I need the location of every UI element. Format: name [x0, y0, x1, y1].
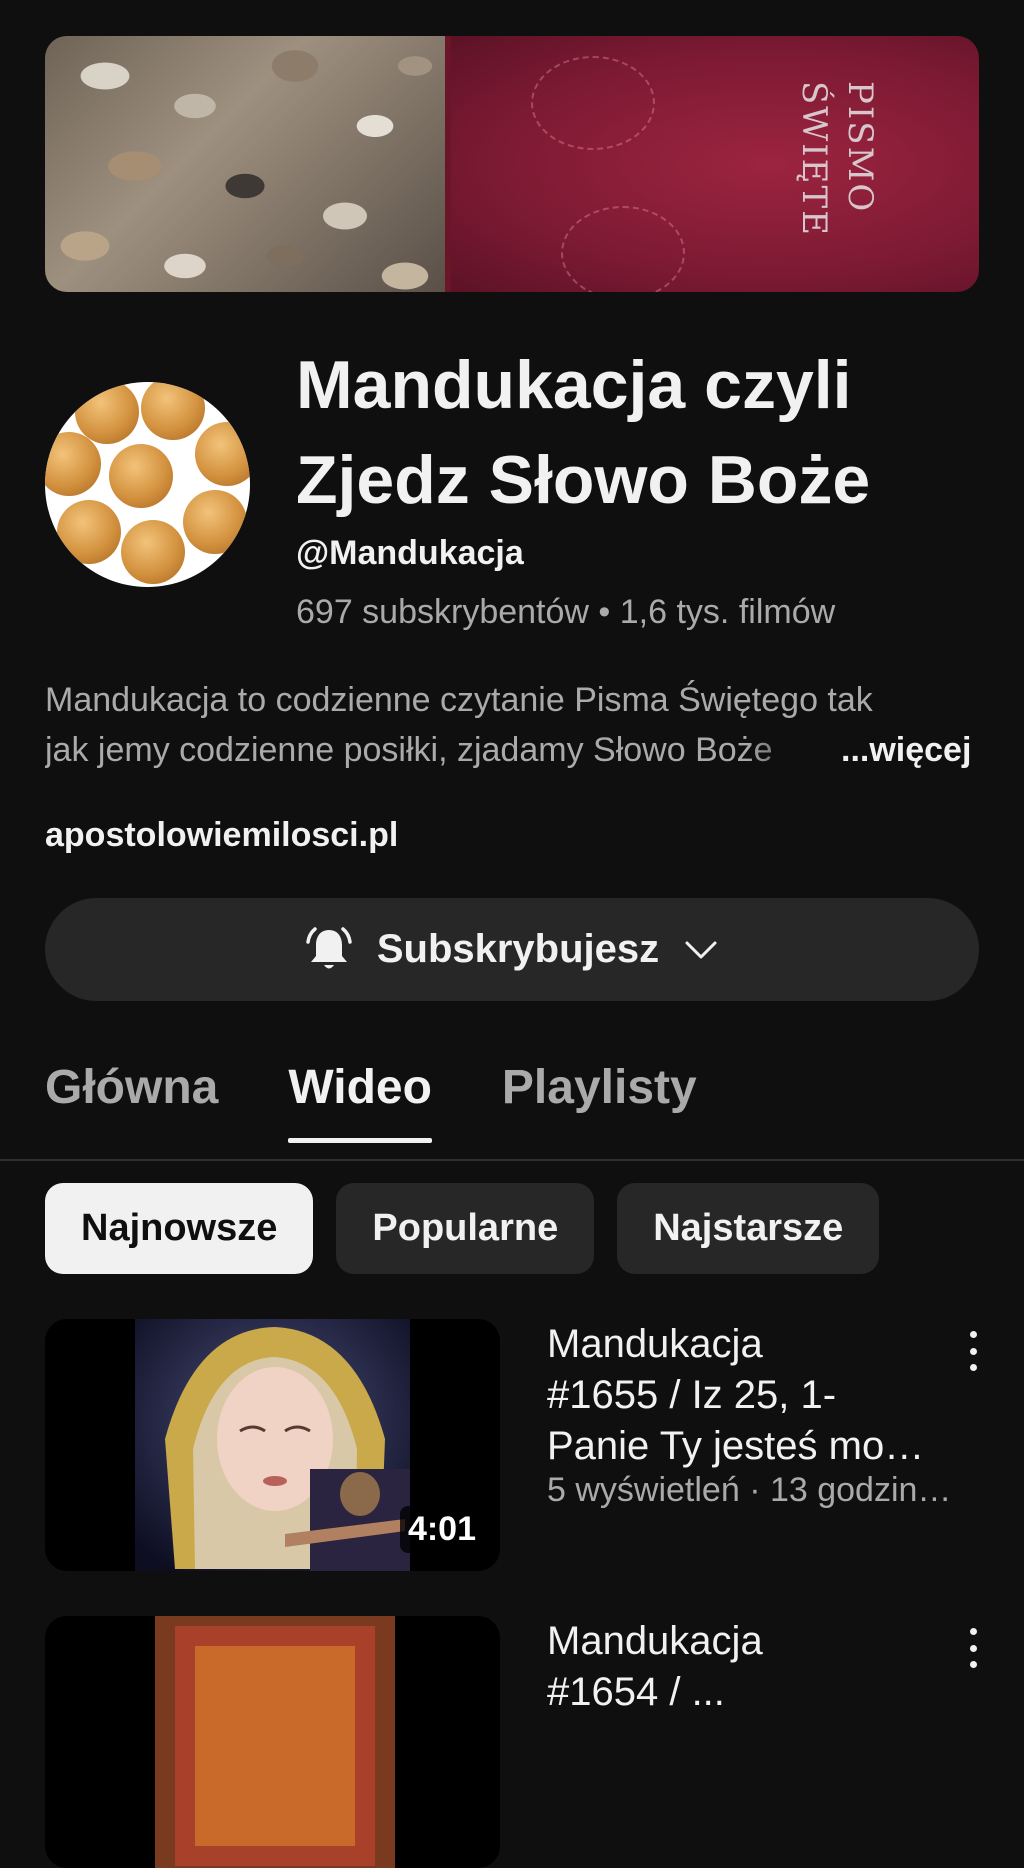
more-vert-icon[interactable] [961, 1628, 985, 1668]
video-title-line: Mandukacja [547, 1619, 763, 1663]
description-line-container: jak jemy codzienne posiłki, zjadamy Słow… [45, 725, 980, 775]
chevron-down-icon [681, 930, 721, 970]
channel-website-link[interactable]: apostolowiemilosci.pl [45, 816, 398, 855]
chip-popular[interactable]: Popularne [336, 1183, 595, 1274]
subscribed-button[interactable]: Subskrybujesz [45, 898, 979, 1001]
banner-stones-image [45, 36, 445, 292]
bun-shape [75, 382, 139, 444]
tab-playlists[interactable]: Playlisty [502, 1060, 697, 1143]
banner-cover-title: PISMO ŚWIĘTE [791, 81, 883, 292]
video-duration: 4:01 [399, 1506, 484, 1553]
video-title[interactable]: Mandukacja #1655 / Iz 25, 1- Panie Ty je… [547, 1319, 927, 1472]
stats-separator: • [598, 593, 611, 631]
bun-shape [183, 490, 247, 554]
tab-home[interactable]: Główna [45, 1060, 218, 1143]
video-meta: 5 wyświetleń · 13 godzin… [547, 1471, 952, 1509]
channel-name: Mandukacja czyli Zjedz Słowo Boże [296, 347, 871, 518]
video-thumbnail[interactable]: 4:01 [45, 1319, 500, 1571]
more-link[interactable]: ...więcej [841, 725, 971, 775]
bun-shape [195, 422, 250, 486]
channel-stats: 697 subskrybentów • 1,6 tys. filmów [296, 593, 835, 632]
ornament-decoration [561, 206, 685, 292]
video-list-item[interactable]: 4:01 Mandukacja #1655 / Iz 25, 1- Panie … [45, 1319, 985, 1571]
bun-shape [57, 500, 121, 564]
tab-videos[interactable]: Wideo [288, 1060, 432, 1143]
description-line: jak jemy codzienne posiłki, zjadamy Słow… [45, 731, 773, 769]
channel-banner: PISMO ŚWIĘTE [45, 36, 979, 292]
channel-tabs: Główna Wideo Playlisty [45, 1060, 697, 1143]
banner-bible-cover-image: PISMO ŚWIĘTE [445, 36, 979, 292]
ornament-decoration [531, 56, 655, 150]
bun-shape [45, 432, 101, 496]
subscriber-count: 697 subskrybentów [296, 593, 589, 631]
cover-title-line1: PISMO [840, 81, 880, 214]
bun-shape [121, 520, 185, 584]
video-list-item[interactable]: Mandukacja #1654 / ... [45, 1616, 985, 1868]
cover-title-line2: ŚWIĘTE [794, 81, 834, 237]
channel-handle: @Mandukacja [296, 534, 524, 572]
sort-chips: Najnowsze Popularne Najstarsze [45, 1183, 880, 1274]
bun-shape [141, 382, 205, 440]
thumbnail-image [155, 1616, 395, 1868]
description-line: Mandukacja to codzienne czytanie Pisma Ś… [45, 681, 873, 719]
thumbnail-image [135, 1319, 410, 1571]
video-title-line: Mandukacja [547, 1322, 763, 1366]
video-title-line: Panie Ty jesteś mo… [547, 1424, 925, 1468]
video-title-line: #1655 / Iz 25, 1- [547, 1373, 837, 1417]
chip-newest[interactable]: Najnowsze [45, 1183, 314, 1274]
bun-shape [109, 444, 173, 508]
video-title[interactable]: Mandukacja #1654 / ... [547, 1616, 927, 1718]
chip-oldest[interactable]: Najstarsze [617, 1183, 880, 1274]
channel-description[interactable]: Mandukacja to codzienne czytanie Pisma Ś… [45, 675, 980, 775]
video-count: 1,6 tys. filmów [619, 593, 836, 631]
tabs-divider [0, 1159, 1024, 1161]
subscribed-label: Subskrybujesz [376, 927, 660, 971]
more-vert-icon[interactable] [961, 1331, 985, 1371]
bell-icon [303, 924, 355, 976]
channel-avatar[interactable] [45, 382, 250, 587]
video-thumbnail[interactable] [45, 1616, 500, 1868]
